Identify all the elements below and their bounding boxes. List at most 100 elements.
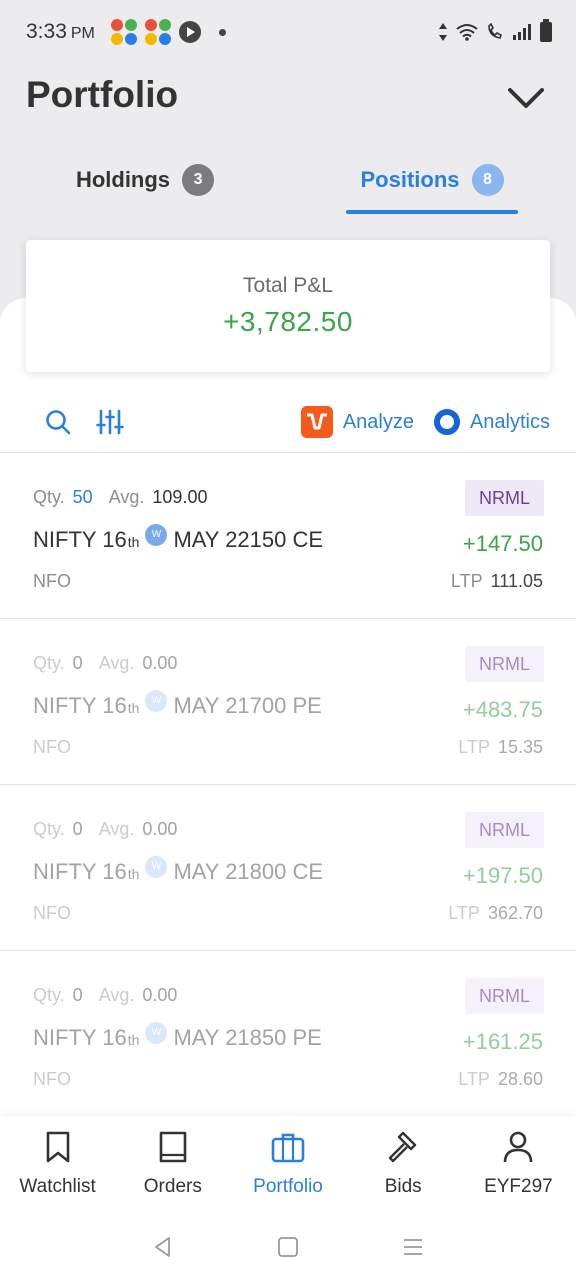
instrument-name: NIFTY 16th W MAY 21850 PE [33,1021,322,1054]
position-pnl: +483.75 [462,697,543,722]
avg-label: Avg. [98,985,135,1005]
app-flower-icon [144,19,171,45]
status-bar: 3:33 PM [0,0,576,64]
notification-icons [110,19,226,45]
back-icon[interactable] [152,1236,174,1258]
avg-value: 0.00 [142,819,178,839]
gavel-icon [389,1131,417,1163]
tab-label: Holdings [75,167,171,192]
bottom-nav: Watchlist Orders Portfolio Bids EYF297 [0,1116,576,1214]
tab-holdings[interactable]: Holdings 3 [60,148,230,212]
wifi-calling-icon [488,23,502,39]
qty-label: Qty. [33,487,65,507]
wifi-icon [456,24,478,41]
system-nav-bar [0,1214,576,1280]
page-title: Portfolio [26,74,179,115]
exchange-label: NFO [33,571,71,591]
recents-icon[interactable] [402,1236,424,1258]
qty-label: Qty. [33,819,65,839]
avg-value: 0.00 [142,653,178,673]
position-pnl: +161.25 [462,1029,543,1054]
search-icon[interactable] [44,408,72,436]
qty-value: 0 [72,653,83,673]
positions-list: Qty. 50 Avg. 109.00 NRML NIFTY 16th W MAY 221… [0,453,576,1117]
book-icon [159,1131,187,1163]
nav-label: Watchlist [19,1176,96,1197]
qty-label: Qty. [33,985,65,1005]
weekly-expiry-icon: W [145,523,168,546]
instrument-name: NIFTY 16th W MAY 21800 CE [33,855,323,888]
position-pnl: +197.50 [462,863,543,888]
exchange-label: NFO [33,903,71,923]
analytics-button[interactable]: Analytics [424,409,550,435]
active-tab-indicator [346,210,518,214]
ltp-value: 15.35 [497,737,543,757]
user-icon [504,1131,533,1163]
battery-icon [540,19,552,42]
product-badge: NRML [464,978,544,1014]
avg-label: Avg. [98,819,135,839]
ltp-value: 28.60 [497,1069,543,1089]
total-pnl-label: Total P&L [243,274,333,297]
nav-label: EYF297 [484,1176,553,1197]
instrument-name: NIFTY 16th W MAY 22150 CE [33,523,323,556]
position-row[interactable]: Qty. 0 Avg. 0.00 NRML NIFTY 16th W MAY 21700 … [0,619,576,785]
analyze-icon [300,406,333,438]
weekly-expiry-icon: W [145,855,168,878]
position-row[interactable]: Qty. 0 Avg. 0.00 NRML NIFTY 16th W MAY 21850 … [0,951,576,1117]
exchange-label: NFO [33,737,71,757]
qty-label: Qty. [33,653,65,673]
portfolio-tabs: Holdings 3 Positions 8 [0,148,576,216]
app-flower-icon [110,19,137,45]
ltp-label: LTP [458,1069,490,1089]
bookmark-icon [46,1131,69,1163]
avg-value: 109.00 [152,487,208,507]
more-notifications-dot-icon [218,28,226,36]
analytics-label: Analytics [469,410,550,433]
instrument-name: NIFTY 16th W MAY 21700 PE [33,689,322,722]
status-time: 3:33 PM [26,20,95,43]
data-arrows-icon [439,23,447,41]
position-row[interactable]: Qty. 0 Avg. 0.00 NRML NIFTY 16th W MAY 21800 … [0,785,576,951]
ltp-value: 362.70 [487,903,543,923]
total-pnl-card: Total P&L +3,782.50 [26,240,550,372]
qty-value: 50 [72,487,93,507]
nav-portfolio[interactable]: Portfolio [230,1116,345,1214]
product-badge: NRML [464,480,544,516]
nav-label: Orders [143,1176,202,1197]
media-play-icon [178,21,201,43]
count-badge: 8 [471,164,504,196]
analyze-label: Analyze [342,410,414,433]
nav-label: Portfolio [253,1176,323,1197]
home-icon[interactable] [277,1236,299,1258]
position-pnl: +147.50 [462,531,543,556]
signal-icon [513,24,531,40]
ltp-value: 111.05 [490,571,543,591]
ltp-label: LTP [458,737,490,757]
weekly-expiry-icon: W [145,1021,168,1044]
nav-orders[interactable]: Orders [115,1116,230,1214]
nav-label: Bids [384,1176,422,1197]
positions-toolbar: Analyze Analytics [0,392,576,452]
system-indicators [438,19,552,42]
nav-watchlist[interactable]: Watchlist [0,1116,115,1214]
nav-bids[interactable]: Bids [346,1116,461,1214]
nav-profile[interactable]: EYF297 [461,1116,576,1214]
avg-label: Avg. [98,653,135,673]
analyze-button[interactable]: Analyze [300,406,414,438]
position-row[interactable]: Qty. 50 Avg. 109.00 NRML NIFTY 16th W MAY 221… [0,453,576,619]
tab-positions[interactable]: Positions 8 [346,148,518,212]
chevron-down-icon[interactable] [506,80,546,116]
analytics-icon [433,409,460,435]
product-badge: NRML [464,646,544,682]
total-pnl-value: +3,782.50 [223,306,353,337]
avg-value: 0.00 [142,985,178,1005]
filter-sliders-icon[interactable] [96,408,124,436]
avg-label: Avg. [108,487,145,507]
exchange-label: NFO [33,1069,71,1089]
product-badge: NRML [464,812,544,848]
ltp-label: LTP [448,903,480,923]
ltp-label: LTP [450,571,483,591]
weekly-expiry-icon: W [145,689,168,712]
count-badge: 3 [182,164,215,196]
